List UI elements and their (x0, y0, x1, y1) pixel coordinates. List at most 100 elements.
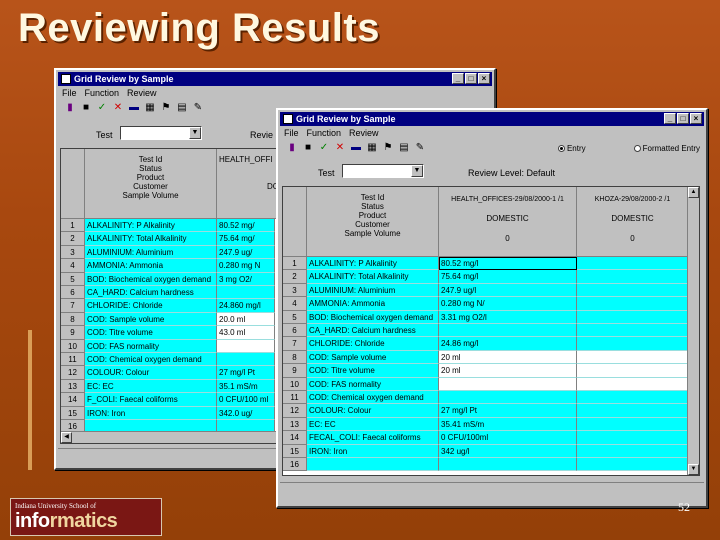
row-number[interactable]: 1 (283, 257, 307, 271)
table-row[interactable]: 12 COLOUR: Colour 27 mg/l Pt (283, 404, 699, 418)
row-number[interactable]: 3 (61, 245, 85, 260)
table-row[interactable]: 15 IRON: Iron 342 ug/l (283, 444, 699, 458)
result-cell[interactable]: 24.860 mg/l (217, 299, 275, 313)
table-row[interactable]: 1 ALKALINITY: P Alkalinity 80.52 mg/l (283, 257, 699, 271)
back-window-titlebar[interactable]: Grid Review by Sample _ □ × (58, 72, 492, 86)
front-window-titlebar[interactable]: Grid Review by Sample _ □ × (280, 112, 704, 126)
result-cell[interactable] (439, 377, 577, 391)
result-cell[interactable]: 80.52 mg/ (217, 219, 275, 233)
row-number[interactable]: 11 (61, 353, 85, 367)
table-row[interactable]: 10 COD: FAS normality (283, 377, 699, 391)
test-id-cell[interactable]: ALKALINITY: P Alkalinity (85, 219, 217, 233)
result-cell-2[interactable] (577, 337, 689, 351)
row-number[interactable]: 4 (61, 259, 85, 273)
table-row[interactable]: 14 FECAL_COLI: Faecal coliforms 0 CFU/100m… (283, 431, 699, 445)
open-icon[interactable]: ▮ (286, 142, 298, 154)
menu-review[interactable]: Review (127, 87, 157, 99)
table-row[interactable]: 11 COD: Chemical oxygen demand (283, 391, 699, 405)
row-number[interactable]: 4 (283, 297, 307, 311)
result-cell-2[interactable] (577, 283, 689, 298)
row-number[interactable]: 15 (283, 444, 307, 458)
result-cell-2[interactable] (577, 458, 689, 472)
vertical-scrollbar[interactable]: ▲ ▼ (687, 187, 699, 475)
result-cell[interactable] (439, 391, 577, 405)
menu-file[interactable]: File (284, 127, 299, 139)
test-id-cell[interactable]: COD: Titre volume (307, 364, 439, 378)
minimize-button[interactable]: _ (664, 113, 676, 124)
accept-icon[interactable]: ✓ (318, 142, 330, 154)
row-number[interactable]: 9 (283, 364, 307, 378)
maximize-button[interactable]: □ (677, 113, 689, 124)
grid-icon[interactable]: ▦ (366, 142, 378, 154)
scroll-left-button[interactable]: ◀ (61, 432, 72, 443)
entry-radio[interactable]: Entry (557, 144, 586, 153)
table-row[interactable]: 5 BOD: Biochemical oxygen demand 3.31 mg O… (283, 310, 699, 324)
row-number[interactable]: 10 (61, 339, 85, 353)
row-number[interactable]: 1 (61, 219, 85, 233)
table-row[interactable]: 4 AMMONIA: Ammonia 0.280 mg N/ (283, 297, 699, 311)
document-icon[interactable]: ▤ (398, 142, 410, 154)
accept-icon[interactable]: ✓ (96, 102, 108, 114)
row-number[interactable]: 15 (61, 406, 85, 420)
table-row[interactable]: 8 COD: Sample volume 20 ml (283, 350, 699, 365)
result-cell[interactable]: 43.0 ml (217, 326, 275, 340)
result-cell-2[interactable] (577, 324, 689, 338)
result-cell[interactable]: 0.280 mg N (217, 259, 275, 273)
row-number[interactable]: 6 (61, 286, 85, 300)
sample-column-header-2[interactable]: KHOZA-29/08/2000-2 /1 DOMESTIC 0 (577, 187, 689, 257)
flag-icon[interactable]: ⚑ (382, 142, 394, 154)
row-number[interactable]: 3 (283, 283, 307, 298)
test-id-cell[interactable]: F_COLI: Faecal coliforms (85, 393, 217, 407)
test-id-cell[interactable]: IRON: Iron (307, 444, 439, 458)
close-button[interactable]: × (478, 73, 490, 84)
result-cell[interactable]: 80.52 mg/l (439, 257, 577, 271)
result-cell-2[interactable] (577, 444, 689, 458)
row-number[interactable]: 10 (283, 377, 307, 391)
test-id-cell[interactable]: COLOUR: Colour (307, 404, 439, 418)
grid-icon[interactable]: ▦ (144, 102, 156, 114)
chevron-down-icon[interactable]: ▼ (411, 165, 423, 177)
test-id-cell[interactable]: EC: EC (307, 417, 439, 432)
test-id-cell[interactable]: COD: Titre volume (85, 326, 217, 340)
result-cell-2[interactable] (577, 297, 689, 311)
row-number[interactable]: 13 (61, 379, 85, 394)
test-id-cell[interactable]: BOD: Biochemical oxygen demand (307, 310, 439, 324)
menu-function[interactable]: Function (307, 127, 342, 139)
result-cell-2[interactable] (577, 257, 689, 271)
test-id-cell[interactable]: COD: Chemical oxygen demand (85, 353, 217, 367)
test-id-cell[interactable]: ALKALINITY: Total Alkalinity (85, 232, 217, 246)
result-cell[interactable]: 20 ml (439, 350, 577, 365)
open-icon[interactable]: ▮ (64, 102, 76, 114)
dash-icon[interactable]: ▬ (350, 142, 362, 154)
test-id-cell[interactable]: ALKALINITY: Total Alkalinity (307, 270, 439, 284)
test-id-cell[interactable]: CA_HARD: Calcium hardness (85, 286, 217, 300)
result-cell-2[interactable] (577, 377, 689, 391)
menu-file[interactable]: File (62, 87, 77, 99)
test-id-cell[interactable]: FECAL_COLI: Faecal coliforms (307, 431, 439, 445)
result-cell[interactable] (217, 286, 275, 300)
save-icon[interactable]: ■ (302, 142, 314, 154)
test-id-cell[interactable]: COD: Sample volume (307, 350, 439, 365)
maximize-button[interactable]: □ (465, 73, 477, 84)
test-id-cell[interactable] (307, 458, 439, 472)
test-id-cell[interactable]: ALKALINITY: P Alkalinity (307, 257, 439, 271)
dash-icon[interactable]: ▬ (128, 102, 140, 114)
result-cell-2[interactable] (577, 391, 689, 405)
result-cell[interactable]: 35.41 mS/m (439, 417, 577, 432)
result-cell[interactable]: 3.31 mg O2/l (439, 310, 577, 324)
reject-icon[interactable]: ✕ (334, 142, 346, 154)
result-cell[interactable] (217, 353, 275, 367)
row-number[interactable]: 8 (61, 312, 85, 327)
test-id-cell[interactable]: COD: Chemical oxygen demand (307, 391, 439, 405)
table-row[interactable]: 6 CA_HARD: Calcium hardness (283, 324, 699, 338)
row-number[interactable]: 12 (61, 366, 85, 380)
test-id-cell[interactable]: IRON: Iron (85, 406, 217, 420)
chevron-down-icon[interactable]: ▼ (189, 127, 201, 139)
result-cell[interactable]: 20.0 ml (217, 312, 275, 327)
result-cell[interactable]: 75.64 mg/l (439, 270, 577, 284)
result-cell[interactable]: 75.64 mg/ (217, 232, 275, 246)
formatted-entry-radio[interactable]: Formatted Entry (633, 144, 700, 153)
test-id-cell[interactable]: BOD: Biochemical oxygen demand (85, 272, 217, 286)
test-id-cell[interactable]: COD: FAS normality (307, 377, 439, 391)
row-number[interactable]: 16 (283, 458, 307, 472)
